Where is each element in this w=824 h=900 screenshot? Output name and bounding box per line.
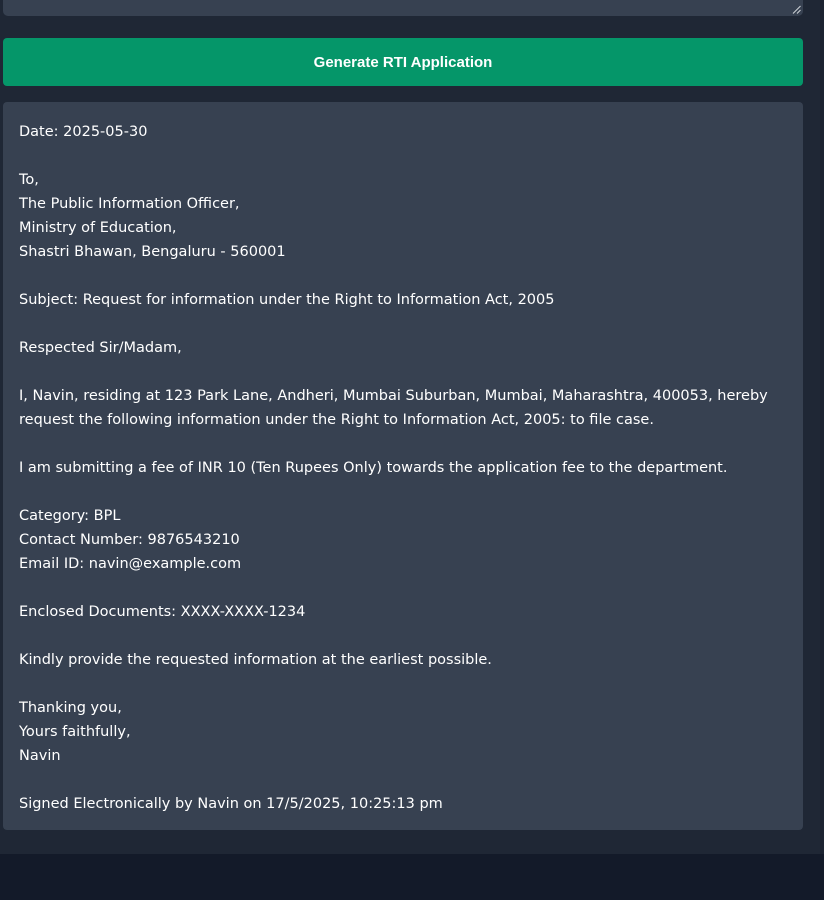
scrollbar[interactable] xyxy=(820,0,824,854)
thanks-line: Thanking you, xyxy=(19,700,122,716)
email-line: Email ID: navin@example.com xyxy=(19,556,242,572)
signature-line: Signed Electronically by Navin on 17/5/2… xyxy=(19,796,443,812)
body-line-1: I, Navin, residing at 123 Park Lane, And… xyxy=(19,388,768,404)
details-textarea[interactable] xyxy=(3,0,803,16)
ministry-line: Ministry of Education, xyxy=(19,220,177,236)
generate-rti-button[interactable]: Generate RTI Application xyxy=(3,38,803,86)
name-line: Navin xyxy=(19,748,61,764)
address-line: Shastri Bhawan, Bengaluru - 560001 xyxy=(19,244,286,260)
officer-line: The Public Information Officer, xyxy=(19,196,240,212)
resize-handle-icon[interactable] xyxy=(792,5,801,14)
request-line: Kindly provide the requested information… xyxy=(19,652,492,668)
form-panel: Generate RTI Application Date: 2025-05-3… xyxy=(0,0,820,854)
contact-line: Contact Number: 9876543210 xyxy=(19,532,240,548)
salutation-line: Respected Sir/Madam, xyxy=(19,340,182,356)
fee-line: I am submitting a fee of INR 10 (Ten Rup… xyxy=(19,460,728,476)
subject-line: Subject: Request for information under t… xyxy=(19,292,555,308)
rti-application-output: Date: 2025-05-30 To, The Public Informat… xyxy=(3,102,803,830)
category-line: Category: BPL xyxy=(19,508,121,524)
closing-line: Yours faithfully, xyxy=(19,724,131,740)
to-line: To, xyxy=(19,172,39,188)
date-line: Date: 2025-05-30 xyxy=(19,124,148,140)
body-line-2: request the following information under … xyxy=(19,412,654,428)
enclosed-line: Enclosed Documents: XXXX-XXXX-1234 xyxy=(19,604,306,620)
